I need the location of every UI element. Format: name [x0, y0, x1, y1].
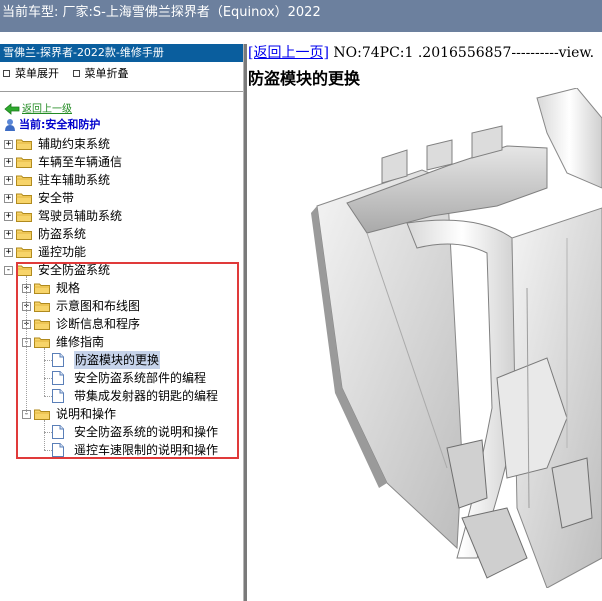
tree-item-label: 驻车辅助系统 [38, 173, 111, 187]
content-pane: [返回上一页] NO:74PC:1 .2016556857----------v… [247, 44, 602, 601]
document-title: 防盗模块的更换 [248, 69, 361, 88]
collapse-menu-button[interactable]: 菜单折叠 [72, 65, 129, 83]
collapse-square-icon [72, 69, 80, 77]
expand-menu-label: 菜单展开 [15, 67, 59, 80]
expand-node-icon[interactable]: + [4, 158, 13, 167]
tree-folder-item[interactable]: + 辅助约束系统 [0, 135, 243, 153]
expand-node-icon[interactable]: + [4, 248, 13, 257]
tree-folder-item[interactable]: + 驻车辅助系统 [0, 171, 243, 189]
expand-node-icon[interactable]: + [4, 140, 13, 149]
folder-icon [16, 157, 32, 168]
collapse-node-icon[interactable]: - [4, 266, 13, 275]
tree-item-label: 车辆至车辆通信 [38, 155, 123, 169]
folder-icon [16, 247, 32, 258]
tree-folder-item[interactable]: + 车辆至车辆通信 [0, 153, 243, 171]
folder-icon [16, 175, 32, 186]
back-level-link[interactable]: 返回上一级 [4, 100, 72, 115]
tree-item-label: 驾驶员辅助系统 [38, 209, 123, 223]
tree-item-label: 遥控功能 [38, 245, 87, 259]
antitheft-module-illustration [311, 88, 602, 588]
tree-folder-item[interactable]: + 安全带 [0, 189, 243, 207]
user-icon [5, 119, 15, 131]
tree-item-label: 安全带 [38, 191, 75, 205]
expand-square-icon [3, 69, 10, 77]
back-page-link[interactable]: [返回上一页] [248, 45, 329, 61]
folder-icon [16, 193, 32, 204]
content-nav-row: [返回上一页] NO:74PC:1 .2016556857----------v… [247, 44, 602, 62]
back-arrow-icon [4, 103, 20, 115]
expand-node-icon[interactable]: + [4, 176, 13, 185]
expand-node-icon[interactable]: + [4, 194, 13, 203]
tree-folder-item[interactable]: + 遥控功能 [0, 243, 243, 261]
tree-item-label: 辅助约束系统 [38, 137, 111, 151]
window-title-bar: 当前车型: 厂家:S-上海雪佛兰探界者（Equinox）2022 [0, 0, 602, 32]
collapse-menu-label: 菜单折叠 [84, 67, 129, 80]
separator [0, 91, 243, 92]
folder-icon [16, 229, 32, 240]
menu-toolbar: 菜单展开 菜单折叠 [0, 65, 243, 83]
expand-node-icon[interactable]: + [4, 212, 13, 221]
tree-item-label: 防盗系统 [38, 227, 87, 241]
folder-icon [16, 211, 32, 222]
back-level-label: 返回上一级 [22, 104, 72, 115]
folder-icon [16, 139, 32, 150]
navigation-pane: 雪佛兰-探界者-2022款-维修手册 菜单展开 菜单折叠 返回上一级 当前:安全… [0, 44, 243, 601]
tree-folder-item[interactable]: + 驾驶员辅助系统 [0, 207, 243, 225]
expand-node-icon[interactable]: + [4, 230, 13, 239]
manual-title: 雪佛兰-探界者-2022款-维修手册 [0, 44, 243, 62]
tree-folder-item[interactable]: + 防盗系统 [0, 225, 243, 243]
current-section: 当前:安全和防护 [4, 116, 100, 132]
document-id: NO:74PC:1 .2016556857----------view. [328, 45, 595, 61]
current-section-label: 当前:安全和防护 [19, 118, 101, 131]
expand-menu-button[interactable]: 菜单展开 [3, 65, 59, 83]
highlight-box [16, 262, 239, 459]
